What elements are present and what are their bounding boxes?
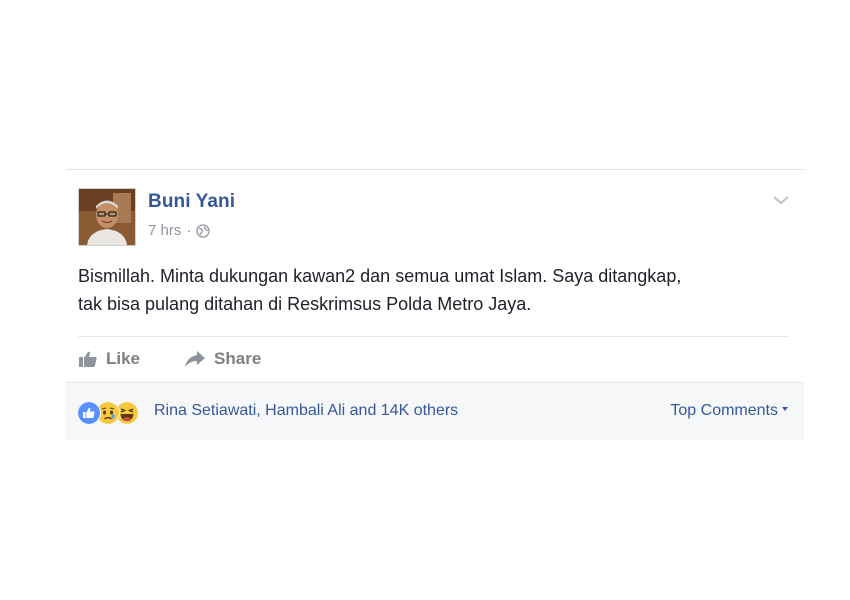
meta-separator: · [186,222,192,239]
action-bar: Like Share [78,346,305,372]
top-comments-dropdown[interactable]: Top Comments [670,402,788,420]
reaction-icons[interactable] [77,401,149,425]
like-button[interactable]: Like [78,349,140,369]
post-meta: 7 hrs · [148,222,211,239]
caret-down-icon [782,407,788,411]
share-label: Share [214,349,262,368]
thumbs-up-icon [79,351,97,367]
top-comments-label: Top Comments [670,402,778,419]
chevron-down-icon[interactable] [772,193,790,205]
share-button[interactable]: Share [184,349,261,369]
reaction-summary[interactable]: Rina Setiawati, Hambali Ali and 14K othe… [154,402,458,420]
post-text: Bismillah. Minta dukungan kawan2 dan sem… [78,262,778,318]
reactions-bar: Rina Setiawati, Hambali Ali and 14K othe… [66,382,804,440]
share-arrow-icon [185,351,206,367]
post-timestamp[interactable]: 7 hrs [148,222,181,239]
post-text-line-1: Bismillah. Minta dukungan kawan2 dan sem… [78,266,682,286]
avatar[interactable] [78,188,136,246]
author-name[interactable]: Buni Yani [148,191,235,213]
facebook-post: Buni Yani 7 hrs · Bismillah. Minta dukun… [66,169,804,440]
post-text-line-2: tak bisa pulang ditahan di Reskrimsus Po… [78,294,532,314]
like-reaction-icon [77,401,101,425]
like-label: Like [106,349,141,368]
divider [78,336,788,337]
globe-icon[interactable] [196,223,211,238]
